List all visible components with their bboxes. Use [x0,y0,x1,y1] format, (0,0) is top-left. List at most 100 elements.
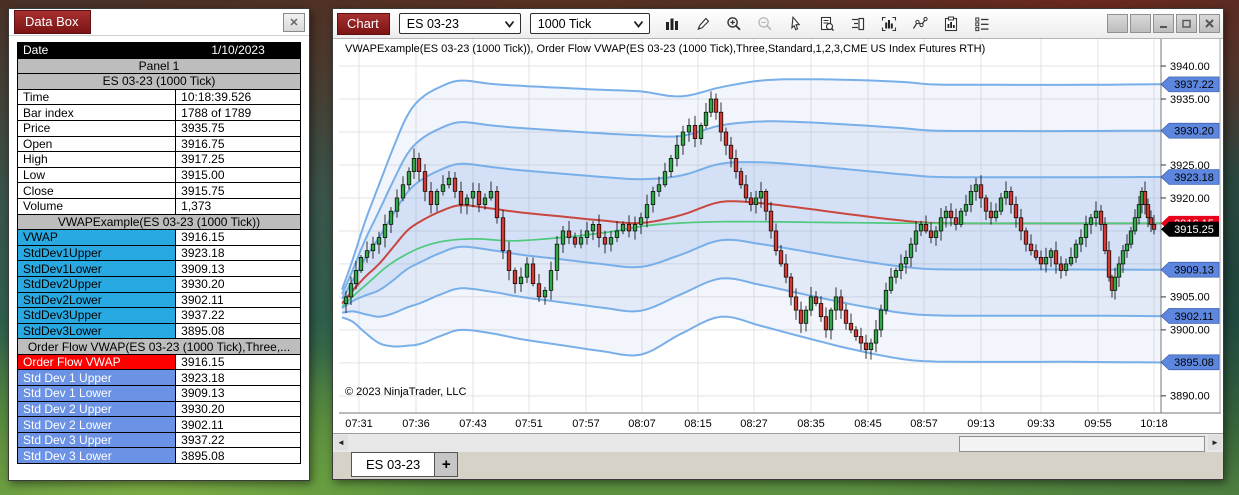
strategies-icon[interactable] [941,14,961,34]
chart-style-icon[interactable] [662,14,682,34]
chart-window: Chart ES 03-23 1000 Tick 3940.00 3935.00 3… [332,8,1224,480]
table-row: Panel 1 [17,57,301,75]
table-row: High 3917.25 [16,151,301,168]
table-row: StdDev3Lower 3895.08 [16,322,301,340]
interval-select[interactable]: 1000 Tick [529,13,650,34]
instrument-select[interactable]: ES 03-23 [398,13,521,34]
interval-select-value: 1000 Tick [537,16,592,31]
y-tick-label: 3900.00 [1170,325,1210,337]
row-label: Open [16,135,177,153]
row-label: StdDev2Upper [16,275,177,293]
price-tag-value: 3937.22 [1174,79,1214,91]
table-row: Std Dev 2 Lower 3902.11 [16,416,301,433]
table-row: ES 03-23 (1000 Tick) [17,73,301,90]
blank-button-2[interactable] [1130,14,1151,33]
price-tag-value: 3895.08 [1174,357,1214,369]
chart-hscrollbar[interactable]: ◄ ► [333,433,1223,452]
y-tick-label: 3940.00 [1170,61,1210,73]
price-chart[interactable]: 3940.003935.003925.003920.003905.003900.… [339,39,1221,433]
drawing-pencil-icon[interactable] [693,14,713,34]
x-tick-label: 10:18 [1140,418,1168,430]
table-row: Std Dev 3 Lower 3895.08 [16,447,301,465]
minimize-button[interactable] [1153,14,1174,33]
y-tick-label: 3890.00 [1170,391,1210,403]
properties-icon[interactable] [972,14,992,34]
band-price-tag: 3909.13 [1160,261,1220,278]
zoom-in-icon[interactable] [724,14,744,34]
table-row: StdDev2Lower 3902.11 [16,291,301,309]
x-tick-label: 08:27 [740,418,768,430]
databox-close-button[interactable]: ✕ [283,12,305,32]
drawing-tools-icon[interactable] [910,14,930,34]
databox-window: Data Box ✕ Date 1/10/2023 Panel 1 ES 03-23 … [8,8,310,481]
row-label: Time [16,88,177,106]
row-value: 3915.75 [175,182,301,199]
blank-button-1[interactable] [1107,14,1128,33]
section-header: VWAPExample(ES 03-23 (1000 Tick)) [17,213,301,231]
close-button[interactable] [1199,14,1220,33]
table-row: Close 3915.75 [16,182,301,199]
zoom-out-icon[interactable] [755,14,775,34]
row-label: High [16,151,177,168]
scroll-right-icon[interactable]: ► [1208,435,1222,450]
row-label: Volume [16,197,177,215]
tab-es-03-23[interactable]: ES 03-23 [351,452,436,477]
row-label: StdDev3Upper [16,307,177,324]
x-tick-label: 07:36 [402,418,430,430]
row-label: Date [16,42,177,59]
restore-button[interactable] [1176,14,1197,33]
row-value: 1788 of 1789 [175,104,301,121]
row-value: 3895.08 [175,447,301,465]
table-row: Std Dev 1 Lower 3909.13 [16,385,301,402]
instrument-select-value: ES 03-23 [406,16,459,31]
data-box-icon[interactable] [817,14,837,34]
chart-trader-icon[interactable] [848,14,868,34]
row-label: Bar index [16,104,177,121]
row-label: StdDev1Upper [16,244,177,262]
row-value: 3915.00 [175,166,301,184]
row-value: 1/10/2023 [175,42,301,59]
chevron-down-icon [504,19,515,29]
table-row: Open 3916.75 [16,135,301,153]
add-tab-button[interactable]: + [435,452,459,477]
x-tick-label: 07:31 [345,418,373,430]
table-row: Low 3915.00 [16,166,301,184]
price-tag-value: 3909.13 [1174,264,1214,276]
row-value: 3902.11 [175,291,301,309]
table-row: VWAP 3916.15 [16,229,301,246]
indicators-icon[interactable] [879,14,899,34]
band-price-tag: 3937.22 [1160,76,1220,93]
table-row: Std Dev 2 Upper 3930.20 [16,400,301,418]
section-header: ES 03-23 (1000 Tick) [17,73,301,90]
band-price-tag: 3923.18 [1160,169,1220,185]
row-value: 3937.22 [175,431,301,449]
row-label: Close [16,182,177,199]
table-row: Order Flow VWAP(ES 03-23 (1000 Tick),Thr… [17,338,301,355]
y-tick-label: 3920.00 [1170,193,1210,205]
scrollbar-thumb[interactable] [959,435,1206,452]
row-value: 3916.15 [175,353,301,371]
window-buttons [1107,14,1223,33]
chart-toolbar: Chart ES 03-23 1000 Tick [333,9,1223,39]
row-value: 3923.18 [175,244,301,262]
x-tick-label: 08:07 [628,418,656,430]
databox-titlebar[interactable]: Data Box ✕ [9,9,309,36]
chart-canvas: 3940.00 3935.00 3925.00 3920.00 3905.00 3900.… [333,39,1223,433]
row-value: 3895.08 [175,322,301,340]
price-tag-value: 3930.20 [1174,125,1214,137]
chevron-down-icon [633,19,644,29]
desktop: Data Box ✕ Date 1/10/2023 Panel 1 ES 03-23 … [0,0,1239,495]
band-price-tag: 3902.11 [1160,308,1220,324]
scroll-left-icon[interactable]: ◄ [334,435,348,450]
chart-window-title: Chart [337,12,390,35]
band-price-tag: 3895.08 [1160,354,1220,371]
x-tick-label: 08:15 [684,418,712,430]
table-row: Order Flow VWAP 3916.15 [16,353,301,371]
section-header: Panel 1 [17,57,301,75]
x-tick-label: 07:51 [515,418,543,430]
pointer-icon[interactable] [786,14,806,34]
x-tick-label: 07:43 [459,418,487,430]
row-label: Low [16,166,177,184]
copyright-label: © 2023 NinjaTrader, LLC [345,386,466,398]
row-value: 3930.20 [175,275,301,293]
